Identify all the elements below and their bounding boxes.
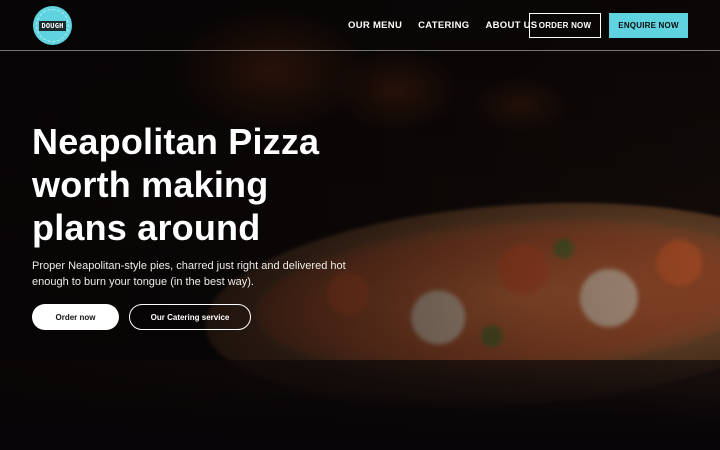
nav-our-menu[interactable]: OUR MENU <box>348 20 402 31</box>
order-now-cta[interactable]: Order now <box>32 304 119 330</box>
headline-line-2: worth making <box>32 164 269 205</box>
bottom-fade <box>0 390 720 450</box>
logo-text: DOUGH <box>39 20 66 31</box>
headline-line-1: Neapolitan Pizza <box>32 121 320 162</box>
nav-catering[interactable]: CATERING <box>418 20 469 31</box>
enquire-now-button[interactable]: ENQUIRE NOW <box>609 13 688 38</box>
order-now-button[interactable]: ORDER NOW <box>529 13 601 38</box>
logo-link[interactable]: DOUGH <box>33 6 72 45</box>
site-header: DOUGH OUR MENU CATERING ABOUT US ORDER N… <box>0 0 720 51</box>
main-nav: OUR MENU CATERING ABOUT US <box>348 0 537 51</box>
catering-service-cta[interactable]: Our Catering service <box>129 304 251 330</box>
hero-subtext: Proper Neapolitan-style pies, charred ju… <box>32 260 346 288</box>
headline-line-3: plans around <box>32 207 261 248</box>
hero-section: DOUGH OUR MENU CATERING ABOUT US ORDER N… <box>0 0 720 450</box>
hero-headline: Neapolitan Pizza worth making plans arou… <box>32 120 362 249</box>
